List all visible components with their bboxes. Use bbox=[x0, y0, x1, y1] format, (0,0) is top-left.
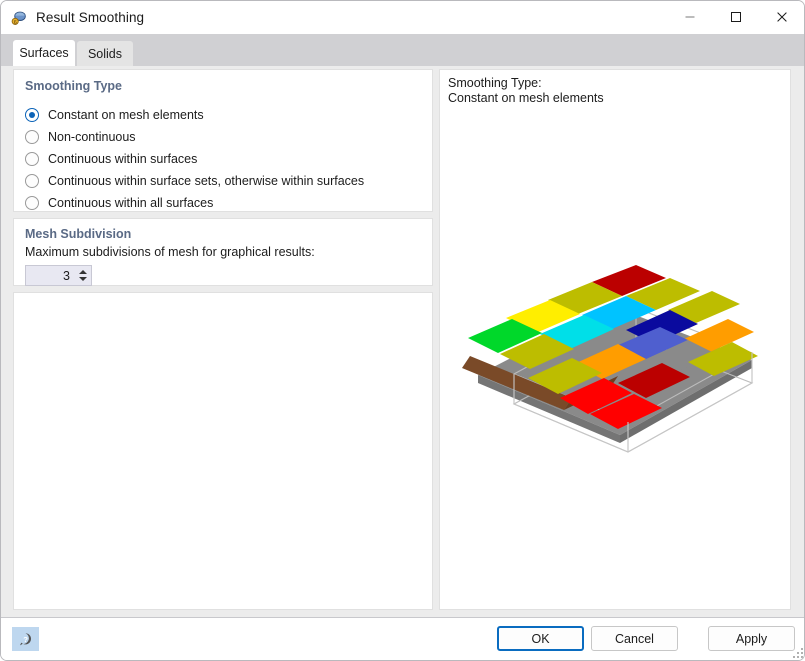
ok-button-label: OK bbox=[531, 631, 550, 646]
tab-solids[interactable]: Solids bbox=[77, 41, 133, 66]
radio-indicator bbox=[25, 174, 39, 188]
max-subdivisions-stepper[interactable]: 3 bbox=[25, 265, 92, 286]
dialog-footer: ? OK Cancel Apply bbox=[1, 618, 804, 660]
radio-continuous-within-surface-sets[interactable]: Continuous within surface sets, otherwis… bbox=[25, 172, 364, 190]
smoothing-type-group: Smoothing Type Constant on mesh elements… bbox=[13, 69, 433, 212]
help-button[interactable]: ? bbox=[12, 627, 39, 651]
close-icon[interactable] bbox=[759, 1, 804, 33]
cancel-button-label: Cancel bbox=[615, 631, 654, 646]
help-icon: ? bbox=[20, 632, 32, 645]
svg-text:6: 6 bbox=[14, 20, 17, 26]
preview-label: Smoothing Type: Constant on mesh element… bbox=[448, 76, 604, 105]
radio-continuous-within-surfaces[interactable]: Continuous within surfaces bbox=[25, 150, 197, 168]
window-controls bbox=[667, 1, 804, 33]
radio-indicator bbox=[25, 130, 39, 144]
smoothing-type-title: Smoothing Type bbox=[25, 79, 122, 93]
empty-options-panel bbox=[13, 292, 433, 610]
radio-label: Continuous within surface sets, otherwis… bbox=[48, 174, 365, 188]
tab-strip: Surfaces Solids bbox=[1, 34, 804, 66]
apply-button-label: Apply bbox=[735, 631, 768, 646]
max-subdivisions-value: 3 bbox=[63, 268, 70, 283]
tab-surfaces-label: Surfaces bbox=[19, 46, 69, 60]
minimize-icon[interactable] bbox=[667, 1, 713, 33]
mesh-subdivision-description: Maximum subdivisions of mesh for graphic… bbox=[25, 245, 315, 259]
window-title: Result Smoothing bbox=[36, 10, 145, 25]
cancel-button[interactable]: Cancel bbox=[591, 626, 678, 651]
tab-surfaces[interactable]: Surfaces bbox=[13, 40, 75, 66]
radio-indicator bbox=[25, 152, 39, 166]
apply-button[interactable]: Apply bbox=[708, 626, 795, 651]
mesh-subdivision-title: Mesh Subdivision bbox=[25, 227, 132, 241]
svg-text:?: ? bbox=[23, 634, 28, 643]
radio-constant-on-mesh-elements[interactable]: Constant on mesh elements bbox=[25, 106, 204, 124]
stepper-arrows[interactable] bbox=[76, 266, 91, 285]
mesh-preview-graphic bbox=[462, 265, 758, 453]
dialog-body: Smoothing Type Constant on mesh elements… bbox=[1, 66, 804, 617]
radio-label: Continuous within surfaces bbox=[48, 152, 198, 166]
radio-label: Continuous within all surfaces bbox=[48, 196, 214, 210]
radio-label: Constant on mesh elements bbox=[48, 108, 204, 122]
title-bar: 6 Result Smoothing bbox=[1, 1, 804, 34]
mesh-subdivision-group: Mesh Subdivision Maximum subdivisions of… bbox=[13, 218, 433, 286]
radio-continuous-within-all-surfaces[interactable]: Continuous within all surfaces bbox=[25, 194, 213, 212]
maximize-icon[interactable] bbox=[713, 1, 759, 33]
preview-panel: Smoothing Type: Constant on mesh element… bbox=[439, 69, 791, 610]
resize-grip[interactable] bbox=[792, 647, 803, 658]
result-smoothing-icon: 6 bbox=[11, 10, 27, 26]
dialog-window: 6 Result Smoothing Surfaces Solids Smoot… bbox=[0, 0, 805, 661]
stepper-down-icon[interactable] bbox=[79, 277, 87, 281]
radio-indicator bbox=[25, 196, 39, 210]
tab-solids-label: Solids bbox=[87, 46, 123, 61]
radio-label: Non-continuous bbox=[48, 130, 136, 144]
radio-non-continuous[interactable]: Non-continuous bbox=[25, 128, 136, 146]
radio-indicator bbox=[25, 108, 39, 122]
ok-button[interactable]: OK bbox=[497, 626, 584, 651]
stepper-up-icon[interactable] bbox=[79, 270, 87, 274]
